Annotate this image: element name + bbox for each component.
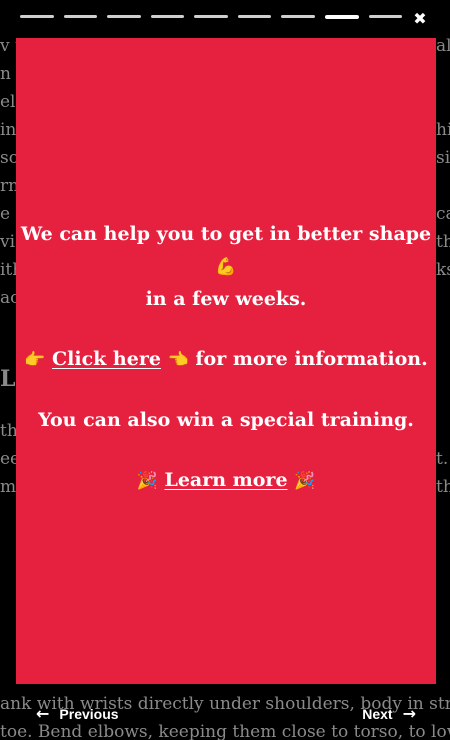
progress-segment[interactable] (368, 15, 403, 18)
next-label: Next (362, 705, 393, 722)
pointing-right-icon: 👉 (24, 350, 46, 370)
pointing-left-icon: 👈 (167, 350, 189, 370)
flexed-biceps-icon: 💪 (215, 257, 237, 277)
progress-segment[interactable] (20, 15, 54, 18)
click-info-text: for more information. (195, 348, 428, 370)
story-navigation: ← Previous Next → (0, 700, 450, 728)
article-fragment: t. (436, 449, 449, 469)
story-progress-bar (20, 15, 403, 19)
progress-segment[interactable] (63, 15, 98, 18)
previous-button[interactable]: ← Previous (36, 704, 119, 723)
party-popper-icon: 🎉 (136, 471, 158, 491)
arrow-right-icon: → (402, 704, 416, 723)
article-fragment: th (436, 477, 450, 497)
article-fragment: th (436, 232, 450, 252)
headline-text: We can help you to get in better shape (20, 223, 432, 245)
headline-text-2: in a few weeks. (145, 288, 307, 310)
learn-more-link[interactable]: Learn more (164, 469, 287, 491)
article-heading: L (0, 366, 16, 392)
next-button[interactable]: Next → (362, 704, 416, 723)
article-fragment: si (436, 148, 450, 168)
article-fragment: hi (436, 120, 450, 140)
progress-segment[interactable] (150, 15, 185, 18)
close-icon[interactable]: ✖ (410, 9, 430, 29)
previous-label: Previous (59, 705, 119, 722)
click-here-link[interactable]: Click here (52, 348, 161, 370)
progress-segment[interactable] (194, 15, 228, 18)
article-fragment: ks (436, 260, 450, 280)
progress-segment[interactable] (237, 15, 272, 18)
story-card: We can help you to get in better shape 💪… (16, 38, 436, 684)
progress-segment[interactable] (281, 15, 315, 18)
arrow-left-icon: ← (36, 704, 50, 723)
progress-segment-active[interactable] (324, 15, 359, 19)
article-fragment: all (436, 36, 450, 56)
story-content: We can help you to get in better shape 💪… (16, 218, 436, 525)
party-popper-icon: 🎉 (294, 471, 316, 491)
progress-segment[interactable] (107, 15, 141, 18)
win-text: You can also win a special training. (38, 409, 414, 431)
article-fragment: ca (436, 204, 450, 224)
